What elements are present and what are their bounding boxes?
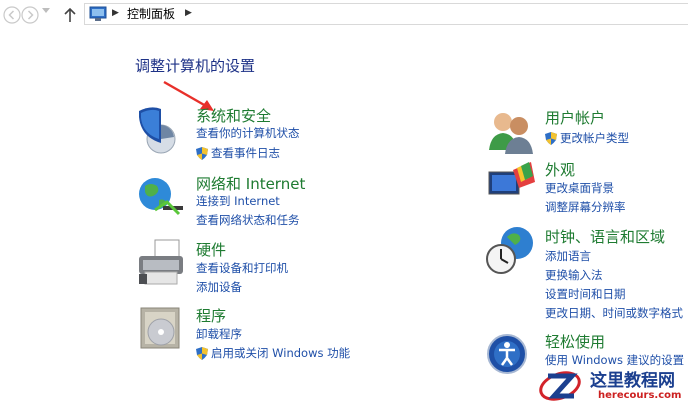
category-appearance: 外观 更改桌面背景 调整屏幕分辨率 [485, 158, 688, 218]
category-programs: 程序 卸载程序 启用或关闭 Windows 功能 [135, 304, 375, 364]
uac-shield-icon [196, 347, 208, 360]
control-panel-icon [89, 6, 107, 21]
watermark-subtitle: herecours.com [598, 390, 682, 401]
watermark-logo-icon [539, 371, 581, 401]
link-change-input-method[interactable]: 更换输入法 [545, 267, 603, 283]
category-title-clock-language-region[interactable]: 时钟、语言和区域 [545, 226, 665, 247]
up-button[interactable] [60, 5, 80, 25]
navigation-bar: ▶ 控制面板 ▶ [0, 0, 688, 30]
category-user-accounts: 用户帐户 更改帐户类型 [485, 106, 688, 156]
forward-button[interactable] [20, 5, 40, 25]
link-view-computer-status[interactable]: 查看你的计算机状态 [196, 125, 300, 141]
page-title: 调整计算机的设置 [135, 57, 256, 75]
watermark-title: 这里教程网 [590, 371, 675, 391]
link-view-network-status[interactable]: 查看网络状态和任务 [196, 212, 300, 228]
link-change-account-type[interactable]: 更改帐户类型 [545, 130, 629, 146]
ease-of-access-icon [487, 334, 527, 374]
programs-disc-icon [140, 307, 180, 349]
clock-globe-icon [486, 227, 533, 274]
shield-icon [139, 107, 176, 154]
category-title-programs[interactable]: 程序 [196, 305, 226, 326]
link-add-device[interactable]: 添加设备 [196, 279, 242, 295]
breadcrumb-chevron-icon[interactable]: ▶ [185, 8, 192, 18]
back-button[interactable] [2, 5, 22, 25]
link-change-desktop-background[interactable]: 更改桌面背景 [545, 180, 614, 196]
category-title-hardware[interactable]: 硬件 [196, 239, 226, 260]
link-add-language[interactable]: 添加语言 [545, 248, 591, 264]
appearance-monitor-icon [488, 162, 535, 195]
link-view-event-log[interactable]: 查看事件日志 [196, 145, 280, 161]
users-icon [489, 113, 533, 154]
link-uninstall-program[interactable]: 卸载程序 [196, 326, 242, 342]
category-title-user-accounts[interactable]: 用户帐户 [545, 107, 605, 128]
network-globe-icon [139, 178, 183, 216]
category-hardware: 硬件 查看设备和打印机 添加设备 [135, 238, 375, 298]
category-system-security: 系统和安全 查看你的计算机状态 查看事件日志 [135, 103, 375, 163]
recent-pages-dropdown-icon[interactable] [42, 8, 50, 14]
printer-icon [139, 239, 183, 285]
breadcrumb-control-panel[interactable]: 控制面板 [127, 6, 175, 22]
category-clock-language-region: 时钟、语言和区域 添加语言 更换输入法 设置时间和日期 更改日期、时间或数字格式 [485, 225, 688, 325]
link-adjust-resolution[interactable]: 调整屏幕分辨率 [545, 199, 626, 215]
link-connect-internet[interactable]: 连接到 Internet [196, 193, 280, 209]
uac-shield-icon [545, 132, 557, 145]
category-title-network-internet[interactable]: 网络和 Internet [196, 173, 305, 194]
link-windows-features[interactable]: 启用或关闭 Windows 功能 [196, 345, 350, 361]
category-title-ease-of-access[interactable]: 轻松使用 [545, 331, 605, 352]
link-change-date-format[interactable]: 更改日期、时间或数字格式 [545, 305, 683, 321]
watermark: 这里教程网 herecours.com [538, 364, 688, 408]
link-set-time-date[interactable]: 设置时间和日期 [545, 286, 626, 302]
category-network-internet: 网络和 Internet 连接到 Internet 查看网络状态和任务 [135, 172, 375, 232]
address-bar[interactable]: ▶ 控制面板 ▶ [84, 3, 688, 25]
category-title-system-security[interactable]: 系统和安全 [196, 105, 271, 126]
breadcrumb-chevron-icon[interactable]: ▶ [112, 8, 119, 18]
uac-shield-icon [196, 147, 208, 160]
link-view-devices-printers[interactable]: 查看设备和打印机 [196, 260, 288, 276]
category-title-appearance[interactable]: 外观 [545, 159, 575, 180]
